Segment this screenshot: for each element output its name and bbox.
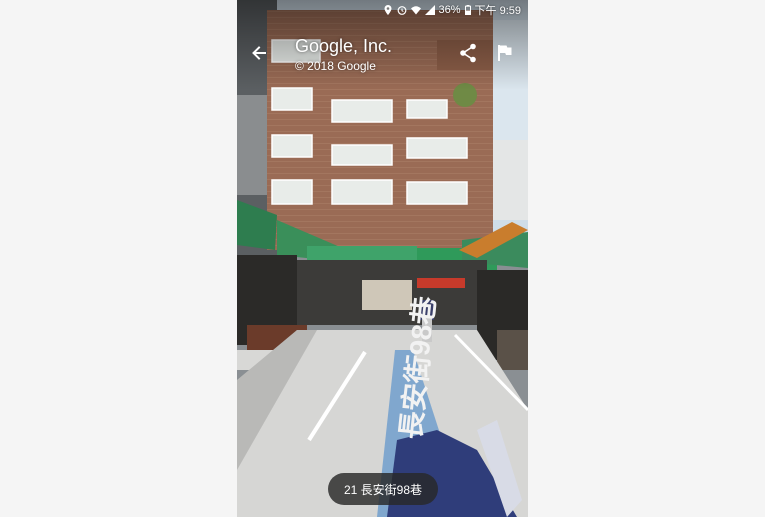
status-bar: 36% 下午 9:59 (237, 0, 528, 20)
street-view-header: Google, Inc. © 2018 Google (237, 30, 528, 80)
clock-time: 下午 9:59 (474, 5, 521, 17)
share-icon (460, 43, 476, 63)
address-chip[interactable]: 21 長安街98巷 (328, 473, 438, 505)
street-view-screen[interactable]: 長安街98巷 36% 下午 9:59 Google, Inc. © 2018 G… (237, 0, 528, 517)
panorama-owner-title: Google, Inc. (295, 36, 393, 56)
location-icon (383, 5, 393, 15)
battery-percent: 36% (438, 4, 461, 16)
share-button[interactable] (459, 43, 477, 63)
alarm-icon (397, 5, 407, 15)
report-flag-button[interactable] (497, 44, 513, 62)
copyright-text: © 2018 Google (295, 59, 376, 73)
arrow-left-icon (252, 46, 266, 60)
signal-icon (424, 5, 435, 15)
title-block: Google, Inc. © 2018 Google (295, 35, 392, 74)
address-label: 21 長安街98巷 (343, 482, 423, 497)
flag-icon (498, 45, 512, 61)
battery-icon (464, 5, 471, 15)
back-button[interactable] (249, 43, 269, 63)
wifi-icon (410, 5, 421, 15)
